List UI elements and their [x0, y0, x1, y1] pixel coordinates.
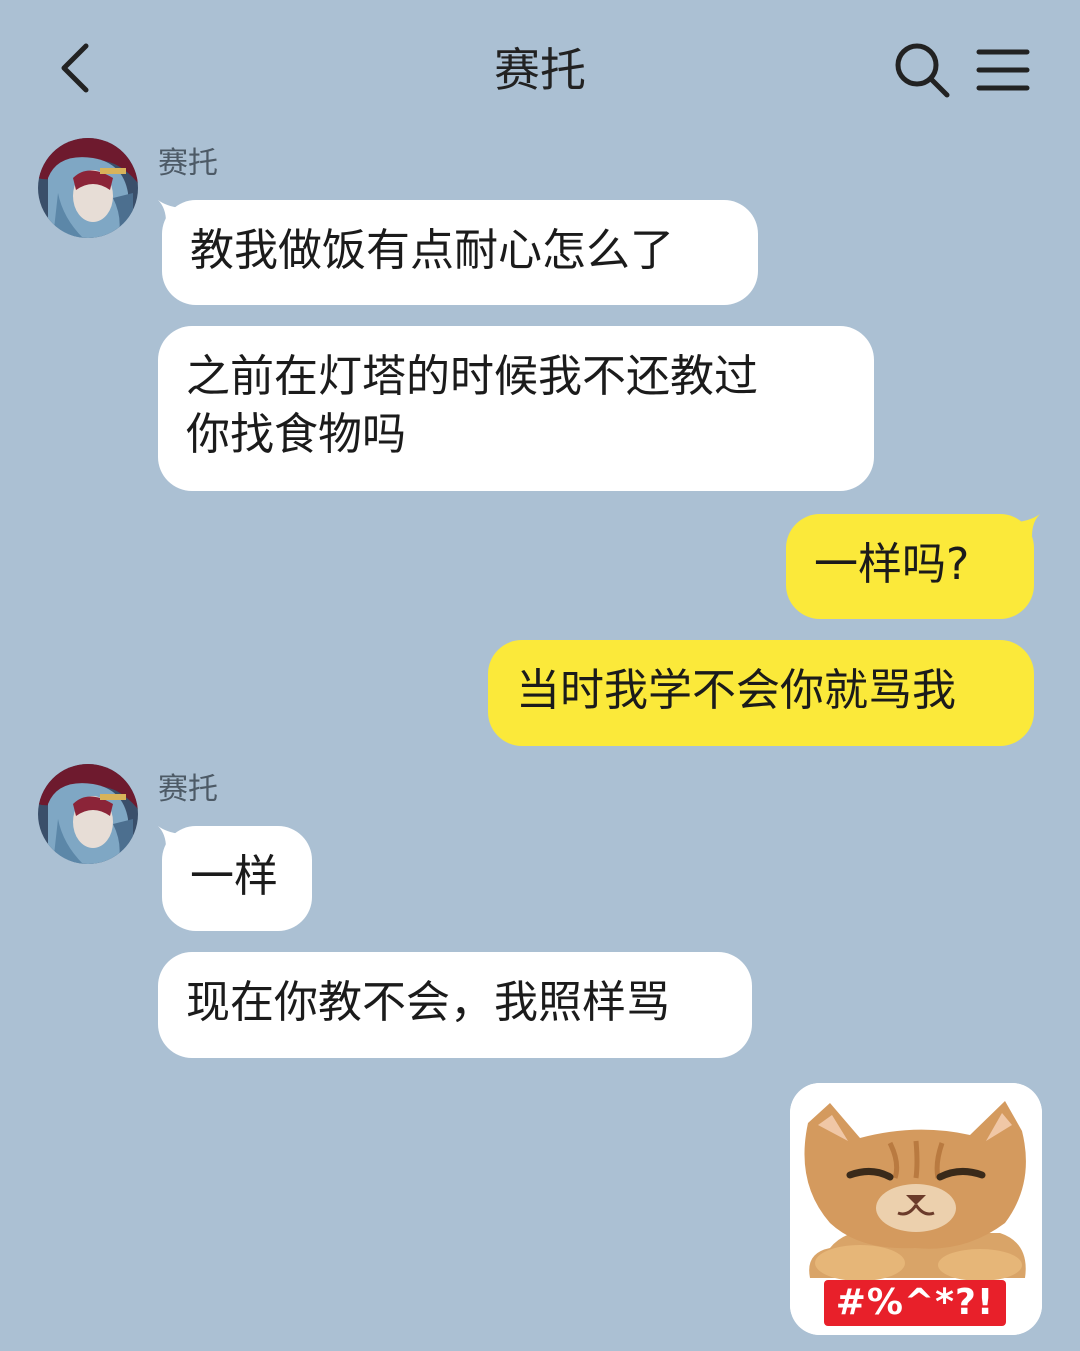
search-button[interactable]	[888, 36, 956, 104]
menu-icon	[976, 49, 1030, 91]
avatar[interactable]	[38, 764, 138, 864]
message-bubble[interactable]: 之前在灯塔的时候我不还教过 你找食物吗	[158, 326, 874, 491]
avatar[interactable]	[38, 138, 138, 238]
avatar-image-icon	[38, 764, 138, 864]
sender-name: 赛托	[158, 772, 218, 807]
message-bubble[interactable]: 当时我学不会你就骂我	[488, 640, 1034, 746]
message-bubble[interactable]: 一样吗?	[786, 514, 1034, 619]
sender-name: 赛托	[158, 146, 218, 181]
chat-header: 赛托	[0, 0, 1080, 140]
menu-button[interactable]	[970, 36, 1036, 104]
search-icon	[895, 43, 950, 98]
message-bubble[interactable]: 一样	[162, 826, 312, 931]
message-bubble[interactable]: 教我做饭有点耐心怎么了	[162, 200, 758, 305]
sticker-message[interactable]: #%^*?!	[790, 1083, 1042, 1335]
sticker-caption: #%^*?!	[824, 1280, 1006, 1326]
avatar-image-icon	[38, 138, 138, 238]
message-bubble[interactable]: 现在你教不会，我照样骂	[158, 952, 752, 1058]
